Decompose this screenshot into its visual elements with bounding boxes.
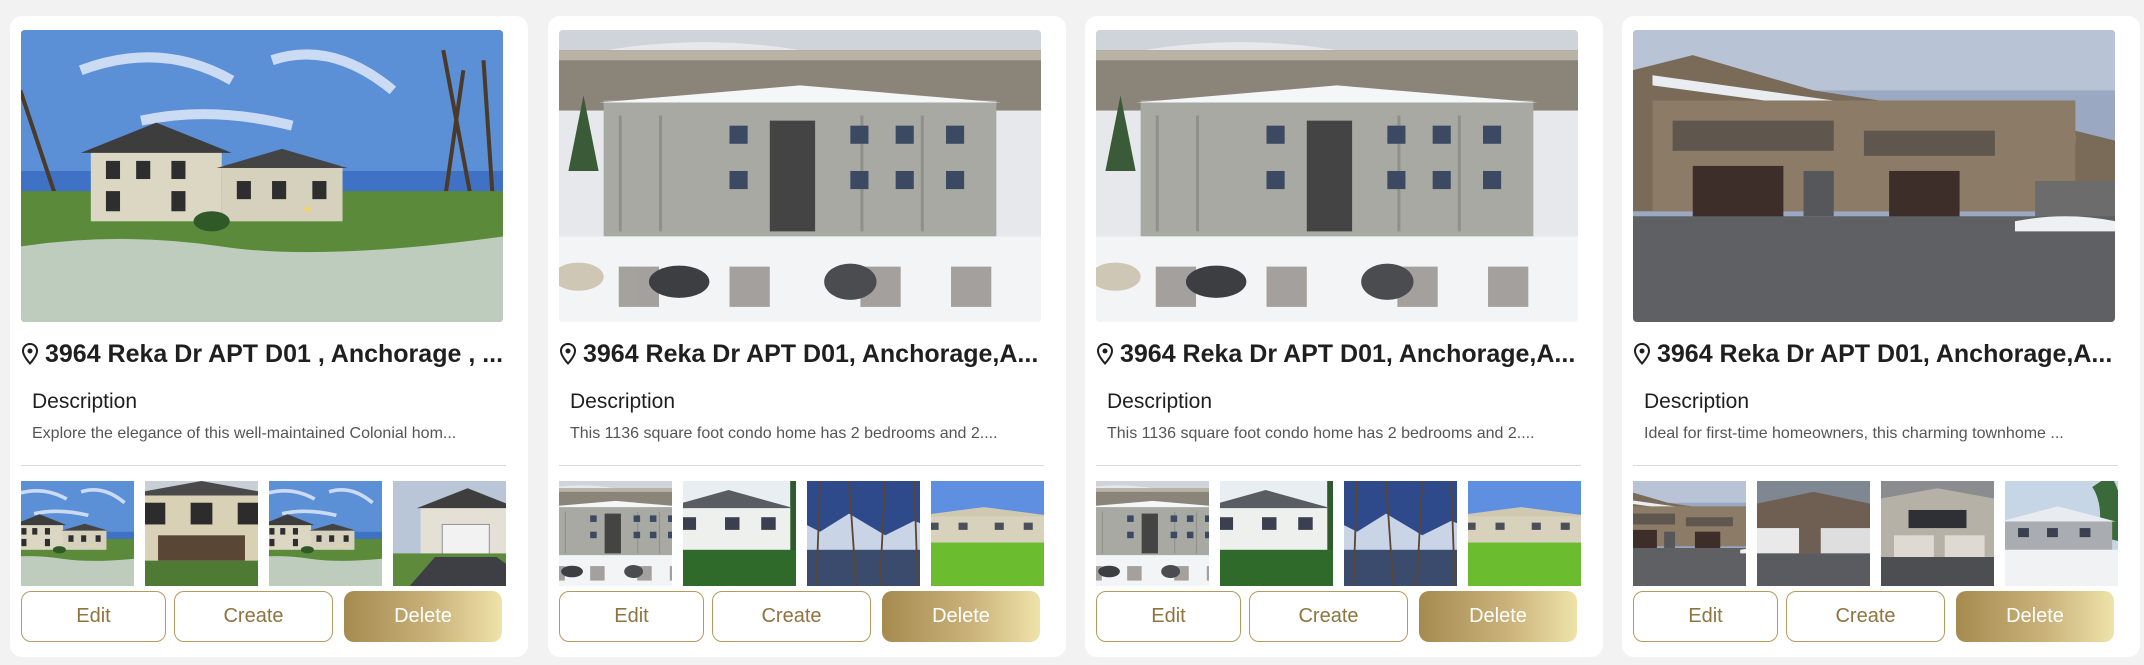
description-heading: Description <box>1107 390 1213 413</box>
property-title-row: 3964 Reka Dr APT D01, Anchorage,A... <box>1633 336 2118 372</box>
thumbnail-strip <box>21 481 506 586</box>
thumbnail[interactable] <box>2005 481 2118 586</box>
thumbnail-strip <box>559 481 1044 586</box>
thumbnail[interactable] <box>1881 481 1994 586</box>
thumbnail-strip <box>1633 481 2118 586</box>
property-address: 3964 Reka Dr APT D01, Anchorage,A... <box>1120 339 1576 368</box>
edit-button[interactable]: Edit <box>559 591 704 642</box>
create-button[interactable]: Create <box>1249 591 1408 642</box>
divider <box>21 465 506 466</box>
thumbnail[interactable] <box>1468 481 1581 586</box>
delete-button[interactable]: Delete <box>1956 591 2114 642</box>
thumbnail[interactable] <box>931 481 1044 586</box>
thumbnail[interactable] <box>807 481 920 586</box>
thumbnail[interactable] <box>269 481 382 586</box>
map-pin-icon <box>21 343 39 365</box>
description-text: Ideal for first-time homeowners, this ch… <box>1644 425 2064 442</box>
map-pin-icon <box>1633 343 1651 365</box>
property-main-photo[interactable] <box>559 30 1041 322</box>
divider <box>559 465 1044 466</box>
description-heading: Description <box>1644 390 1750 413</box>
map-pin-icon <box>559 343 577 365</box>
thumbnail[interactable] <box>1757 481 1870 586</box>
thumbnail[interactable] <box>1096 481 1209 586</box>
property-title-row: 3964 Reka Dr APT D01, Anchorage,A... <box>1096 336 1581 372</box>
property-card: 3964 Reka Dr APT D01, Anchorage,A... Des… <box>1622 16 2140 657</box>
map-pin-icon <box>1096 343 1114 365</box>
description-heading: Description <box>570 390 676 413</box>
thumbnail[interactable] <box>683 481 796 586</box>
thumbnail[interactable] <box>1633 481 1746 586</box>
edit-button[interactable]: Edit <box>21 591 166 642</box>
create-button[interactable]: Create <box>174 591 333 642</box>
property-title-row: 3964 Reka Dr APT D01, Anchorage,A... <box>559 336 1044 372</box>
property-card: 3964 Reka Dr APT D01 , Anchorage , ... D… <box>10 16 528 657</box>
thumbnail[interactable] <box>21 481 134 586</box>
thumbnail[interactable] <box>393 481 506 586</box>
delete-button[interactable]: Delete <box>1419 591 1577 642</box>
property-main-photo[interactable] <box>21 30 503 322</box>
create-button[interactable]: Create <box>1786 591 1945 642</box>
thumbnail[interactable] <box>1344 481 1457 586</box>
property-card: 3964 Reka Dr APT D01, Anchorage,A... Des… <box>548 16 1066 657</box>
divider <box>1096 465 1581 466</box>
thumbnail[interactable] <box>559 481 672 586</box>
create-button[interactable]: Create <box>712 591 871 642</box>
divider <box>1633 465 2118 466</box>
description-text: This 1136 square foot condo home has 2 b… <box>570 425 998 442</box>
delete-button[interactable]: Delete <box>344 591 502 642</box>
edit-button[interactable]: Edit <box>1096 591 1241 642</box>
property-main-photo[interactable] <box>1633 30 2115 322</box>
thumbnail[interactable] <box>145 481 258 586</box>
edit-button[interactable]: Edit <box>1633 591 1778 642</box>
thumbnail-strip <box>1096 481 1581 586</box>
property-address: 3964 Reka Dr APT D01 , Anchorage , ... <box>45 339 504 368</box>
description-text: Explore the elegance of this well-mainta… <box>32 425 457 442</box>
description-heading: Description <box>32 390 138 413</box>
description-text: This 1136 square foot condo home has 2 b… <box>1107 425 1535 442</box>
property-card: 3964 Reka Dr APT D01, Anchorage,A... Des… <box>1085 16 1603 657</box>
property-address: 3964 Reka Dr APT D01, Anchorage,A... <box>1657 339 2113 368</box>
property-main-photo[interactable] <box>1096 30 1578 322</box>
property-title-row: 3964 Reka Dr APT D01 , Anchorage , ... <box>21 336 506 372</box>
delete-button[interactable]: Delete <box>882 591 1040 642</box>
thumbnail[interactable] <box>1220 481 1333 586</box>
property-address: 3964 Reka Dr APT D01, Anchorage,A... <box>583 339 1039 368</box>
